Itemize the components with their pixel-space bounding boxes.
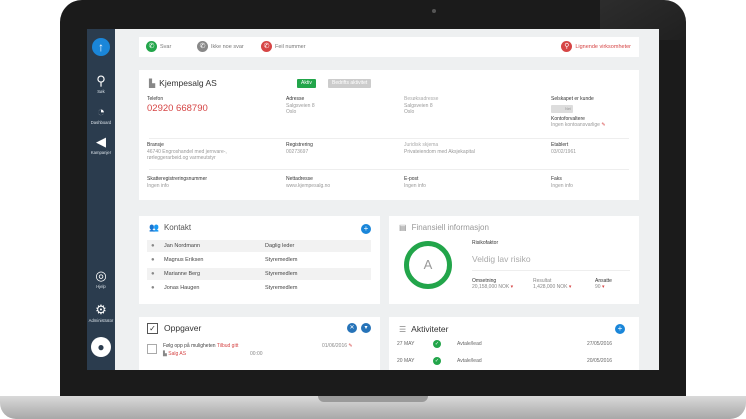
similar-companies-button[interactable]: ⚲ Lignende virksomheter	[561, 41, 631, 53]
activity-badge: Bedrifts aktivitet	[328, 79, 372, 88]
thumbs-up-icon: ✓	[433, 357, 441, 365]
wrong-number-button[interactable]: ✆ Feil nummer	[261, 41, 306, 53]
search-icon: ⚲	[561, 41, 573, 53]
app-screen: ↑ ⚲ Søk ◔ Dashboard ◀ Kampanjer ◎ Hjelp …	[87, 29, 659, 370]
arrow-down-icon: ▾	[601, 284, 605, 290]
divider	[472, 270, 630, 271]
task-date: 01/06/2016 ✎	[322, 343, 353, 349]
task-company[interactable]: ▙ Salg AS	[163, 351, 186, 358]
sidebar-item-help[interactable]: ◎ Hjelp	[87, 268, 115, 290]
phone-icon: ✆	[197, 41, 208, 53]
contact-row[interactable]: ● Magnus Eriksen Styremedlem	[147, 254, 371, 266]
contact-row[interactable]: ● Marianne Berg Styremedlem	[147, 268, 371, 280]
task-item[interactable]: Følg opp på muligheten Tilbud gitt	[163, 343, 238, 350]
sidebar-item-dashboard[interactable]: ◔ Dashboard	[87, 104, 115, 126]
finance-title: ▤ Finansiell informasjon	[399, 223, 489, 232]
help-icon: ◎	[95, 268, 107, 283]
users-icon: 👥	[149, 223, 159, 232]
task-checkbox[interactable]	[147, 344, 157, 354]
activities-title: ☰ Aktiviteter	[399, 324, 449, 334]
answer-button[interactable]: ✆ Svar	[146, 41, 171, 53]
tax-field: Skatteregistreringsnummer Ingen info	[147, 176, 208, 189]
address-field: Adresse Salgsveien 8 Oslo	[286, 96, 315, 115]
person-icon: ●	[151, 285, 155, 291]
customer-field: Selskapet er kunde Nei Kontoforvaltere I…	[551, 96, 606, 129]
factory-icon: ▙	[163, 351, 167, 357]
checkbox-icon: ✓	[147, 323, 158, 334]
established-field: Etablert 03/02/1961	[551, 142, 577, 155]
avatar[interactable]: ●	[91, 337, 111, 357]
risk-value: Veldig lav risiko	[472, 254, 531, 264]
result-field: Resultat 1,428,000 NOK ▾	[533, 278, 572, 290]
company-card: ▙ Kjempesalg AS Aktiv Bedrifts aktivitet …	[139, 70, 639, 200]
laptop-notch	[318, 396, 428, 402]
tasks-card: ✓ Oppgaver ✕ ▾ Følg opp på muligheten Ti…	[139, 317, 380, 370]
status-badge: Aktiv	[297, 79, 316, 88]
divider	[149, 138, 629, 139]
close-icon[interactable]: ✕	[347, 323, 357, 333]
no-answer-button[interactable]: ✆ Ikke noe svar	[197, 41, 244, 53]
industry-field: Bransje 46740 Engroshandel med jernvare-…	[147, 142, 227, 161]
arrow-down-icon: ▾	[568, 284, 572, 290]
email-field: E-post Ingen info	[404, 176, 426, 189]
arrow-down-icon: ▾	[510, 284, 514, 290]
activities-card: ☰ Aktiviteter + 27 MAY ✓ Avtale/lead 27/0…	[389, 317, 639, 370]
sidebar: ↑ ⚲ Søk ◔ Dashboard ◀ Kampanjer ◎ Hjelp …	[87, 29, 115, 370]
activity-row[interactable]: 20 MAY ✓ Avtale/lead 20/05/2016	[397, 355, 627, 367]
add-contact-button[interactable]: +	[361, 224, 371, 234]
money-icon: ▤	[399, 223, 407, 232]
tasks-title: Oppgaver	[164, 323, 202, 333]
sidebar-item-admin[interactable]: ⚙ Administrator	[87, 302, 115, 324]
website-field: Nettadresse www.kjempesalg.no	[286, 176, 331, 189]
risk-grade-ring: A	[404, 241, 452, 289]
phone-field: Telefon 02920 668790	[147, 96, 208, 114]
registration-field: Registrering 00273697	[286, 142, 313, 155]
contact-row[interactable]: ● Jan Nordmann Daglig leder	[147, 240, 371, 252]
sidebar-item-search[interactable]: ⚲ Søk	[87, 73, 115, 95]
logo-icon[interactable]: ↑	[92, 38, 110, 56]
gear-icon: ⚙	[95, 302, 107, 317]
contacts-card: 👥 Kontakt + ● Jan Nordmann Daglig leder ●…	[139, 216, 380, 304]
thumbs-up-icon: ✓	[433, 340, 441, 348]
task-time: 00:00	[250, 351, 263, 357]
finance-card: ▤ Finansiell informasjon A Risikofaktor V…	[389, 216, 639, 304]
person-icon: ●	[151, 243, 155, 249]
chevron-down-icon[interactable]: ▾	[361, 323, 371, 333]
contacts-title: 👥 Kontakt	[149, 223, 192, 232]
employees-field: Ansatte 90 ▾	[595, 278, 612, 290]
account-manager-value[interactable]: Ingen kontoansvarlige ✎	[551, 122, 606, 129]
camera	[432, 9, 436, 13]
person-icon: ●	[151, 271, 155, 277]
customer-toggle[interactable]: Nei	[551, 104, 573, 113]
edit-icon[interactable]: ✎	[348, 343, 352, 349]
dashboard-icon: ◔	[97, 104, 105, 119]
legal-form-field: Juridisk skjema Privateiendom med Aksjek…	[404, 142, 475, 155]
list-icon: ☰	[399, 325, 407, 334]
sidebar-item-campaigns[interactable]: ◀ Kampanjer	[87, 134, 115, 156]
megaphone-icon: ◀	[96, 134, 106, 149]
divider	[149, 169, 629, 170]
activity-row[interactable]: 27 MAY ✓ Avtale/lead 27/05/2016	[397, 338, 627, 350]
edit-icon[interactable]: ✎	[601, 122, 605, 128]
company-title: ▙ Kjempesalg AS	[149, 78, 217, 88]
fax-field: Faks Ingen info	[551, 176, 573, 189]
phone-number[interactable]: 02920 668790	[147, 103, 208, 114]
phone-icon: ✆	[261, 41, 272, 53]
factory-icon: ▙	[149, 79, 156, 88]
call-toolbar: ✆ Svar ✆ Ikke noe svar ✆ Feil nummer ⚲ Ligne…	[139, 37, 639, 57]
contact-row[interactable]: ● Jonas Haugen Styremedlem	[147, 282, 371, 294]
search-icon: ⚲	[96, 73, 106, 88]
turnover-field: Omsetning 20,158,000 NOK ▾	[472, 278, 514, 290]
person-icon: ●	[151, 257, 155, 263]
add-activity-button[interactable]: +	[615, 324, 625, 334]
visit-address-field: Besøksadresse Salgsveien 8 Oslo	[404, 96, 439, 115]
phone-icon: ✆	[146, 41, 157, 53]
